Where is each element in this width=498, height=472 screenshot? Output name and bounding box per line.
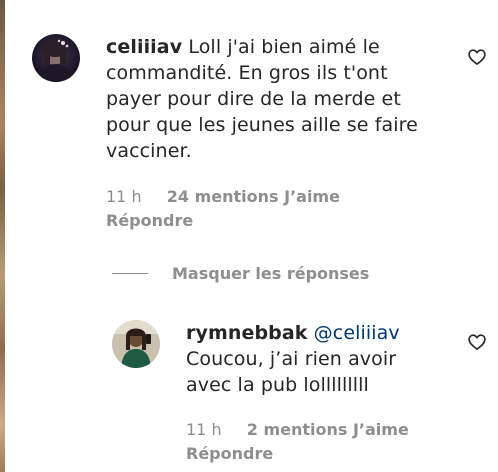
heart-outline-icon[interactable]	[467, 47, 487, 67]
comment-meta: 11 h 24 mentions J’aime	[106, 187, 340, 206]
reply-body: rymnebbak @celiiiav Coucou, j’ai rien av…	[186, 320, 426, 398]
hide-replies-label: Masquer les réponses	[172, 263, 370, 283]
avatar[interactable]	[112, 320, 160, 368]
avatar[interactable]	[32, 34, 80, 82]
reply-username[interactable]: rymnebbak	[186, 322, 308, 344]
reply-meta: 11 h 2 mentions J’aime	[186, 420, 409, 439]
reply-time[interactable]: 11 h	[186, 420, 222, 439]
divider-line	[112, 272, 148, 274]
comment-username[interactable]: celiiiav	[106, 36, 182, 58]
comments-panel: celiiiav Loll j'ai bien aimé le commandi…	[0, 0, 498, 472]
reply-mention[interactable]: @celiiiav	[314, 322, 400, 344]
avatar-image	[32, 34, 80, 82]
hide-replies-button[interactable]: Masquer les réponses	[112, 262, 369, 284]
background-edge	[0, 0, 5, 472]
comment-body: celiiiav Loll j'ai bien aimé le commandi…	[106, 34, 426, 164]
reply-button[interactable]: Répondre	[106, 211, 193, 230]
heart-outline-icon[interactable]	[467, 332, 487, 352]
avatar-image	[112, 320, 160, 368]
comment-time[interactable]: 11 h	[106, 187, 142, 206]
comment-likes-count[interactable]: 24 mentions J’aime	[167, 187, 340, 206]
reply-text: Coucou, j’ai rien avoir avec la pub loll…	[186, 348, 397, 396]
reply-likes-count[interactable]: 2 mentions J’aime	[247, 420, 409, 439]
reply-button[interactable]: Répondre	[186, 444, 273, 463]
